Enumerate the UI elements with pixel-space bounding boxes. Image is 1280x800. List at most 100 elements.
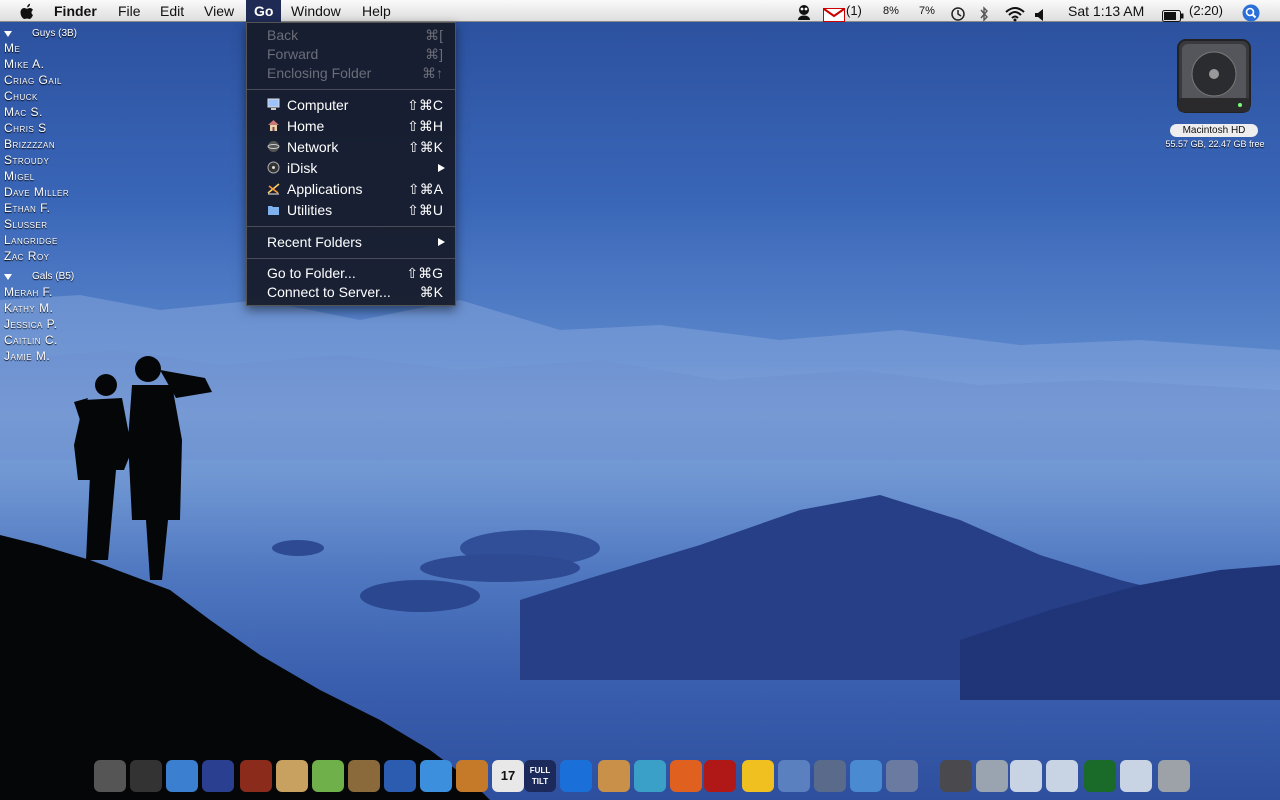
hard-drive-icon[interactable] — [1160, 36, 1270, 124]
domo-icon[interactable] — [240, 760, 272, 792]
cpu-meter-2[interactable]: 7% — [919, 0, 935, 22]
shortcut-label: ⇧⌘H — [407, 118, 443, 134]
buddy-item[interactable]: Stroudy — [4, 152, 49, 168]
preview-icon[interactable] — [598, 760, 630, 792]
iphoto-icon[interactable] — [348, 760, 380, 792]
buddy-item[interactable]: Jamie M. — [4, 348, 50, 364]
menu-item-utilities[interactable]: Utilities ⇧⌘U — [247, 200, 455, 220]
shortcut-label: ⇧⌘A — [407, 181, 443, 197]
buddy-item[interactable]: Zac Roy — [4, 248, 50, 264]
spaces-icon[interactable] — [202, 760, 234, 792]
menu-item-forward[interactable]: Forward ⌘] — [247, 44, 455, 64]
menu-item-go-to-folder[interactable]: Go to Folder... ⇧⌘G — [247, 263, 455, 283]
menu-item-idisk[interactable]: iDisk — [247, 158, 455, 178]
buddy-item[interactable]: Kathy M. — [4, 300, 53, 316]
ical-icon[interactable]: 17 — [492, 760, 524, 792]
dashboard-icon[interactable] — [130, 760, 162, 792]
menu-item-applications[interactable]: Applications ⇧⌘A — [247, 179, 455, 199]
address-book-icon[interactable] — [276, 760, 308, 792]
buddy-group-header[interactable]: Gals (B5) — [0, 269, 100, 285]
buddy-item[interactable]: Brizzzzan — [4, 136, 55, 152]
flame-app-icon[interactable] — [670, 760, 702, 792]
menu-item-enclosing-folder[interactable]: Enclosing Folder ⌘↑ — [247, 63, 455, 83]
volume-icon[interactable] — [1034, 4, 1046, 26]
buddy-item[interactable]: Mike A. — [4, 56, 44, 72]
menu-item-label: Utilities — [287, 202, 333, 218]
feather-app-icon[interactable] — [634, 760, 666, 792]
iweb-icon[interactable] — [420, 760, 452, 792]
menu-file[interactable]: File — [118, 0, 141, 22]
gmail-unread-count[interactable]: (1) — [846, 0, 862, 22]
menu-view[interactable]: View — [204, 0, 234, 22]
adium-duck-icon[interactable] — [796, 2, 812, 24]
trash-icon[interactable] — [1158, 760, 1190, 792]
menu-item-label: Network — [287, 139, 339, 155]
submenu-arrow-icon — [438, 164, 445, 172]
itunes-icon[interactable] — [312, 760, 344, 792]
idisk-icon — [267, 161, 280, 174]
buddy-item[interactable]: Migel — [4, 168, 35, 184]
desktop-disk[interactable]: Macintosh HD 55.57 GB, 22.47 GB free — [1160, 36, 1270, 156]
buddy-item[interactable]: Chuck — [4, 88, 38, 104]
buddy-item[interactable]: Caitlin C. — [4, 332, 58, 348]
clock[interactable]: Sat 1:13 AM — [1068, 0, 1144, 22]
network-globe-icon[interactable] — [850, 760, 882, 792]
buddy-item[interactable]: Merah F. — [4, 284, 53, 300]
buddy-item[interactable]: Ethan F. — [4, 200, 50, 216]
gmail-notifier-icon[interactable] — [823, 4, 845, 26]
mail-icon[interactable] — [976, 760, 1008, 792]
menu-item-network[interactable]: Network ⇧⌘K — [247, 137, 455, 157]
preview-screenshot-icon[interactable] — [886, 760, 918, 792]
buddy-item[interactable]: Me — [4, 40, 20, 56]
menu-item-label: Back — [267, 27, 299, 43]
menu-go[interactable]: Go — [246, 0, 282, 22]
disk-name-label[interactable]: Macintosh HD — [1170, 124, 1258, 137]
imovie-icon[interactable] — [384, 760, 416, 792]
hp-printer-icon[interactable] — [814, 760, 846, 792]
menu-window[interactable]: Window — [291, 0, 341, 22]
buddy-item[interactable]: Slusser — [4, 216, 48, 232]
buddy-item[interactable]: Jessica P. — [4, 316, 57, 332]
bluetooth-icon[interactable] — [978, 3, 990, 25]
window-thumbnail-icon[interactable] — [1046, 760, 1078, 792]
battery-time[interactable]: (2:20) — [1189, 0, 1223, 22]
window-thumbnail-icon[interactable] — [1010, 760, 1042, 792]
disclosure-triangle-icon[interactable] — [4, 31, 12, 37]
buddy-item[interactable]: Mac S. — [4, 104, 43, 120]
cyberduck-icon[interactable] — [742, 760, 774, 792]
menu-item-recent-folders[interactable]: Recent Folders — [247, 232, 455, 252]
shortcut-label: ⇧⌘K — [407, 139, 443, 155]
menu-item-back[interactable]: Back ⌘[ — [247, 25, 455, 45]
garageband-icon[interactable] — [456, 760, 488, 792]
photo-booth-icon[interactable] — [704, 760, 736, 792]
shortcut-label: ⌘K — [419, 284, 443, 300]
battery-icon[interactable] — [1162, 5, 1184, 27]
network-icon — [267, 141, 280, 152]
spotlight-search-icon[interactable] — [1242, 2, 1260, 24]
menu-help[interactable]: Help — [362, 0, 391, 22]
app-menu-finder[interactable]: Finder — [54, 0, 97, 22]
buddy-item[interactable]: Chris S — [4, 120, 47, 136]
buddy-item[interactable]: Criag Gail — [4, 72, 62, 88]
wifi-icon[interactable] — [1004, 3, 1026, 25]
buddy-item[interactable]: Dave Miller — [4, 184, 69, 200]
buddy-item[interactable]: Langridge — [4, 232, 58, 248]
menu-edit[interactable]: Edit — [160, 0, 184, 22]
boot-camp-icon[interactable] — [94, 760, 126, 792]
menu-item-label: Applications — [287, 181, 363, 197]
cpu-meter-1[interactable]: 8% — [883, 0, 899, 22]
quicktime-icon[interactable] — [560, 760, 592, 792]
time-machine-icon[interactable] — [950, 3, 966, 25]
window-thumbnail-icon[interactable] — [1120, 760, 1152, 792]
safari-icon[interactable] — [166, 760, 198, 792]
hard-drive-icon[interactable] — [940, 760, 972, 792]
menu-item-computer[interactable]: Computer ⇧⌘C — [247, 95, 455, 115]
disk-details-label: 55.57 GB, 22.47 GB free — [1165, 139, 1265, 149]
menu-item-connect-to-server[interactable]: Connect to Server... ⌘K — [247, 282, 455, 302]
disclosure-triangle-icon[interactable] — [4, 274, 12, 280]
apple-menu-icon[interactable] — [20, 3, 34, 19]
itunes-network-icon[interactable] — [778, 760, 810, 792]
full-tilt-poker-icon[interactable]: FULL TILT — [524, 760, 556, 792]
menu-item-home[interactable]: Home ⇧⌘H — [247, 116, 455, 136]
poker-table-icon[interactable] — [1084, 760, 1116, 792]
